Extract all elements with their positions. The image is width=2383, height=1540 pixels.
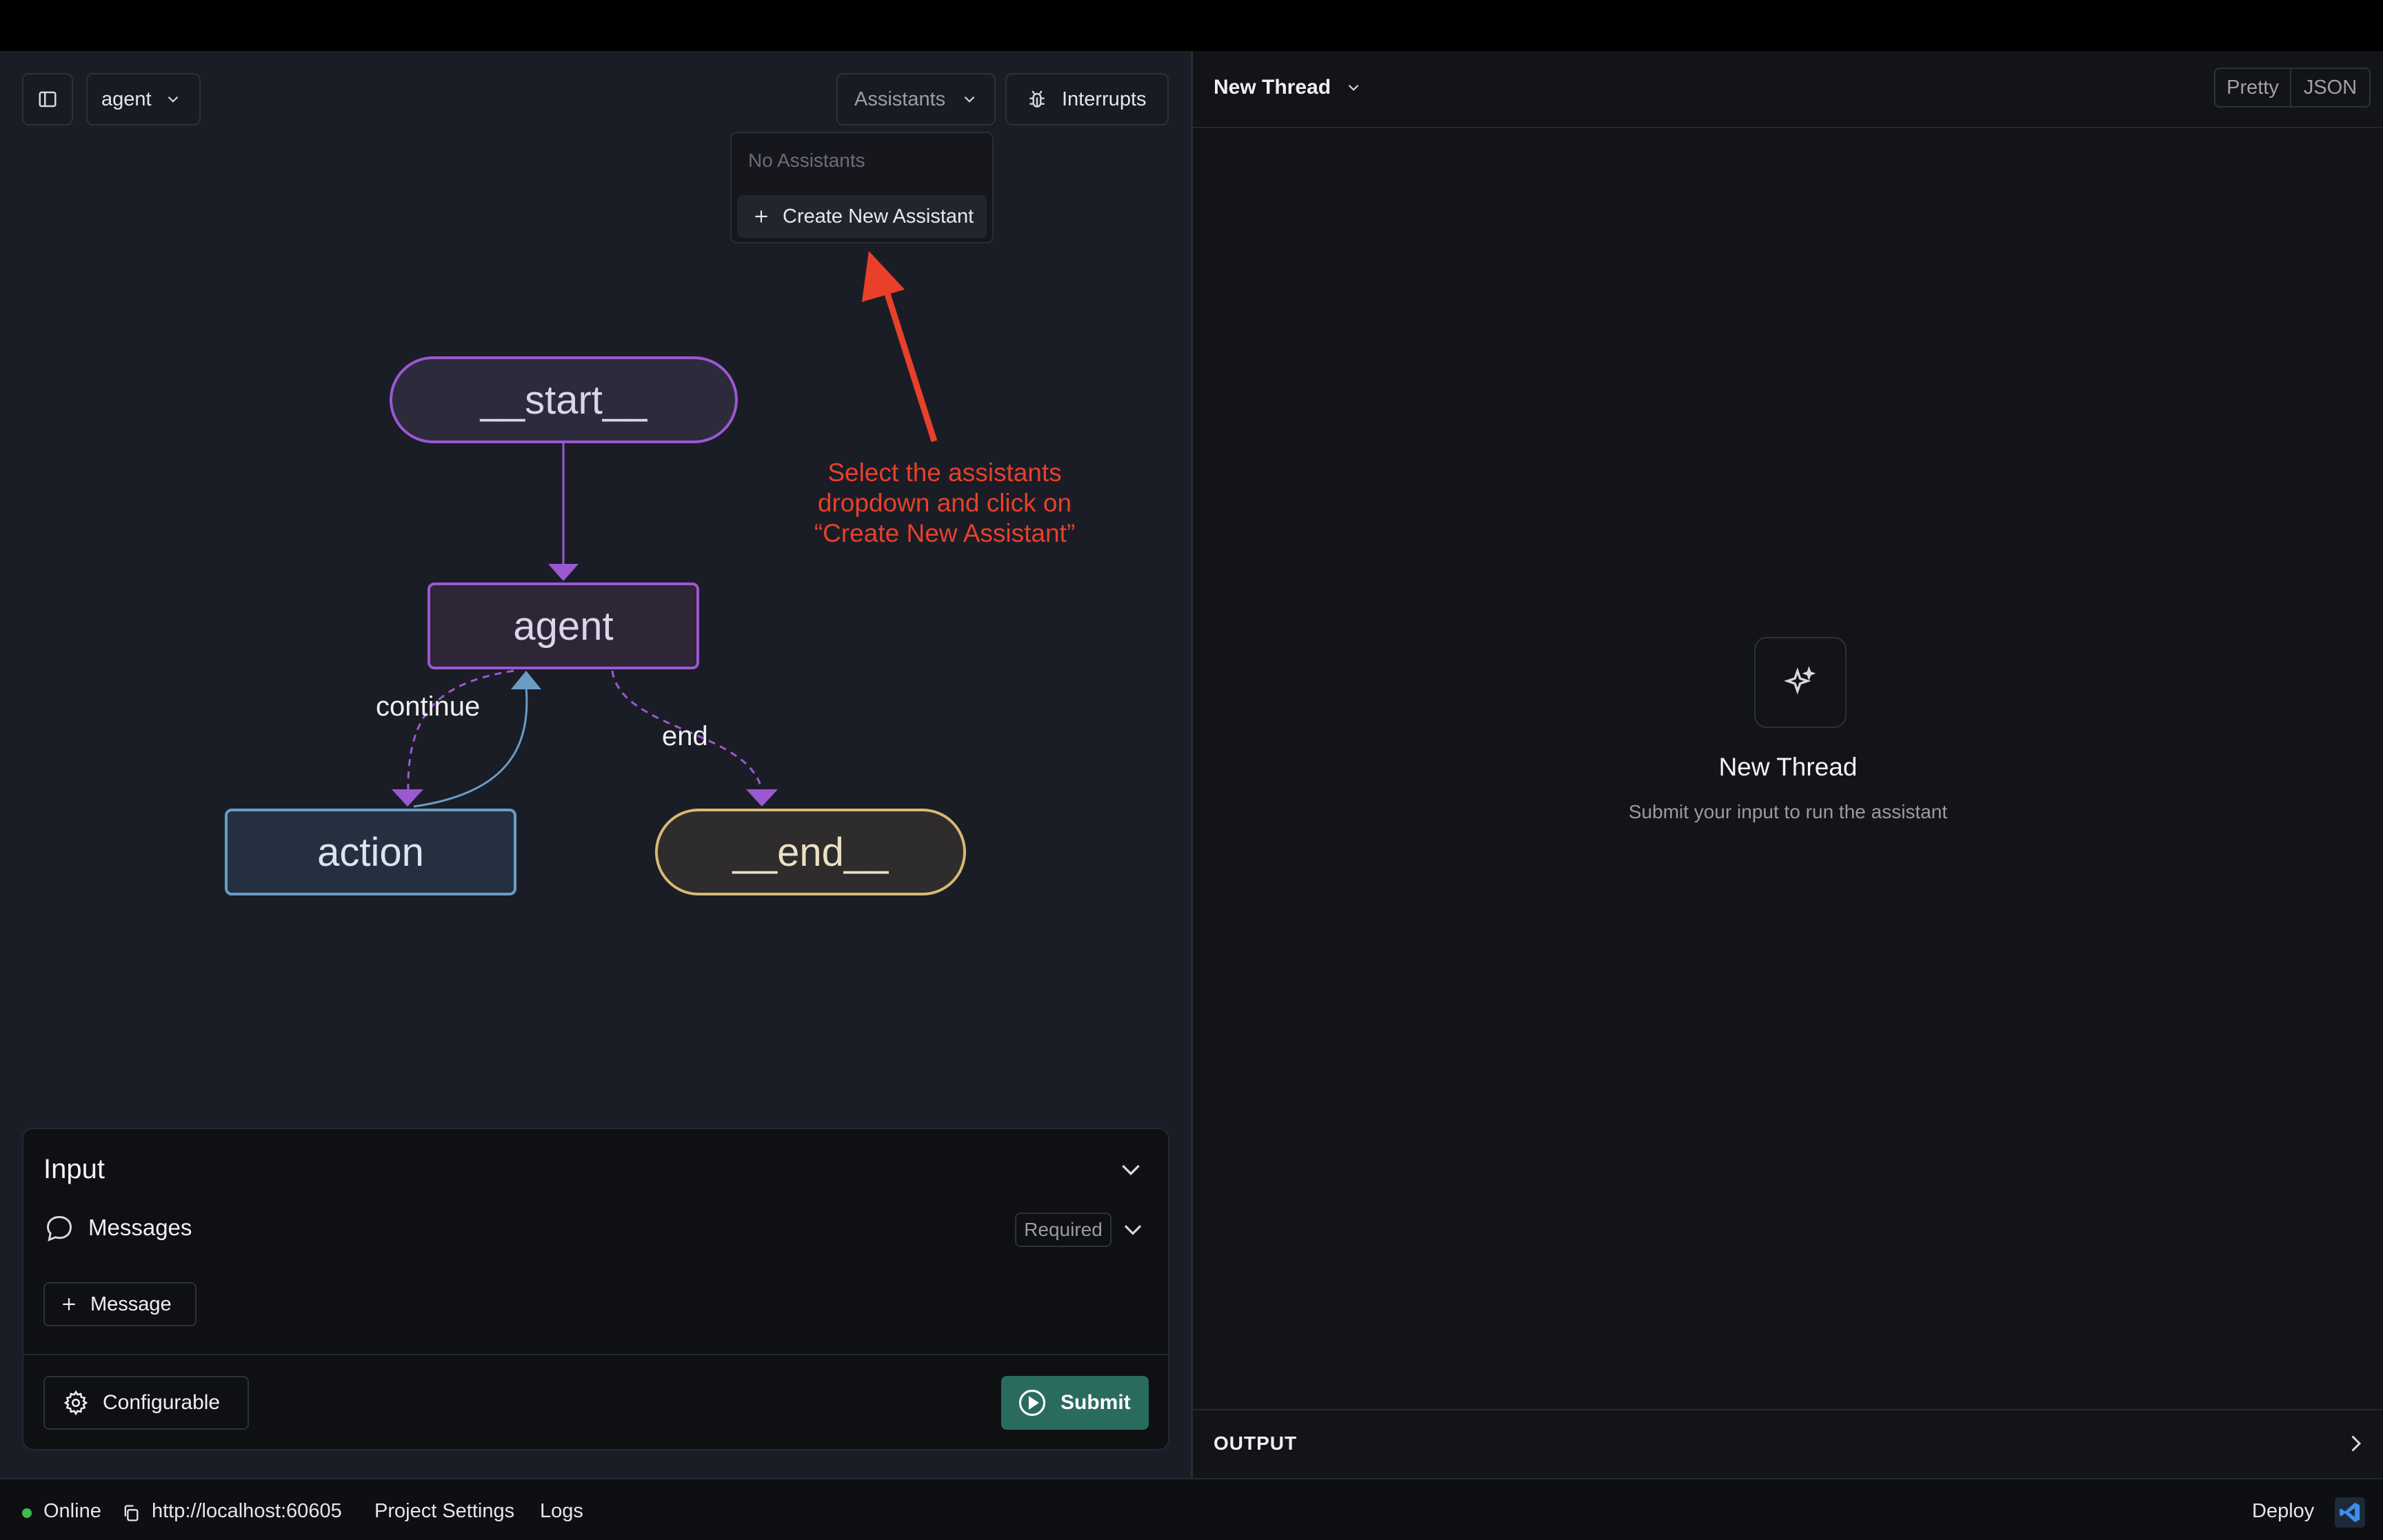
edge-start-agent-arrowhead bbox=[548, 564, 579, 581]
output-section-label[interactable]: OUTPUT bbox=[1214, 1432, 1297, 1455]
deploy-link[interactable]: Deploy bbox=[2252, 1500, 2314, 1523]
edge-agent-end-arrowhead bbox=[746, 789, 778, 807]
configurable-label: Configurable bbox=[103, 1391, 221, 1414]
thread-header-divider bbox=[1193, 127, 2383, 128]
thread-select[interactable]: New Thread bbox=[1214, 76, 1363, 99]
empty-state-subtitle: Submit your input to run the assistant bbox=[1628, 801, 1948, 822]
submit-button[interactable]: Submit bbox=[1001, 1376, 1149, 1430]
plus-icon bbox=[63, 1298, 75, 1310]
vscode-icon[interactable] bbox=[2335, 1497, 2365, 1528]
messages-label: Messages bbox=[88, 1215, 192, 1240]
online-status-dot bbox=[22, 1508, 32, 1518]
thread-select-label: New Thread bbox=[1214, 76, 1331, 99]
add-message-label: Message bbox=[90, 1293, 172, 1315]
panel-divider bbox=[23, 1354, 1168, 1355]
annotation-line: “Create New Assistant” bbox=[814, 519, 1076, 547]
server-url-link[interactable]: http://localhost:60605 bbox=[152, 1500, 342, 1523]
annotation-arrow bbox=[883, 288, 938, 443]
graph-node-start[interactable]: __start__ bbox=[390, 356, 738, 443]
edge-action-agent-arrowhead bbox=[511, 671, 541, 689]
annotation-line: Select the assistants bbox=[827, 458, 1062, 487]
graph-node-agent[interactable]: agent bbox=[428, 582, 699, 669]
annotation-arrowhead bbox=[862, 251, 905, 302]
view-json-button[interactable]: JSON bbox=[2291, 69, 2369, 106]
graph-node-action[interactable]: action bbox=[225, 809, 516, 895]
annotation-text: Select the assistants dropdown and click… bbox=[765, 458, 1124, 549]
online-status-text: Online bbox=[43, 1500, 101, 1522]
annotation-line: dropdown and click on bbox=[817, 489, 1072, 517]
gear-icon bbox=[63, 1390, 88, 1416]
project-settings-link[interactable]: Project Settings bbox=[374, 1500, 514, 1523]
submit-label: Submit bbox=[1060, 1391, 1131, 1414]
edge-label-continue: continue bbox=[376, 691, 481, 722]
chevron-down-icon[interactable] bbox=[1120, 1216, 1146, 1242]
chevron-right-icon[interactable] bbox=[2343, 1431, 2368, 1456]
logs-link[interactable]: Logs bbox=[540, 1500, 583, 1523]
vscode-logo bbox=[2340, 1502, 2360, 1523]
empty-state-title: New Thread bbox=[1718, 753, 1858, 781]
graph-node-end[interactable]: __end__ bbox=[655, 809, 966, 895]
empty-state-icon-box bbox=[1754, 637, 1847, 728]
thread-pane: New Thread Pretty JSON New Thread Submit… bbox=[1193, 51, 2383, 1478]
status-bar: Online http://localhost:60605 Project Se… bbox=[0, 1478, 2383, 1540]
input-title: Input bbox=[43, 1154, 105, 1184]
view-mode-toggle: Pretty JSON bbox=[2214, 68, 2371, 108]
copy-icon[interactable] bbox=[121, 1503, 141, 1523]
play-circle-icon bbox=[1018, 1389, 1046, 1417]
chevron-down-icon[interactable] bbox=[1117, 1155, 1145, 1183]
sparkle-icon bbox=[1784, 666, 1816, 695]
edge-label-end: end bbox=[662, 721, 708, 751]
add-message-button[interactable]: Message bbox=[43, 1282, 197, 1326]
input-panel: Input Messages Required Message Configur… bbox=[22, 1128, 1169, 1450]
output-divider bbox=[1193, 1409, 2383, 1410]
message-bubble-icon bbox=[47, 1216, 72, 1242]
required-badge: Required bbox=[1015, 1213, 1112, 1247]
chevron-down-icon bbox=[1348, 84, 1359, 91]
edge-agent-action-arrowhead bbox=[392, 789, 423, 807]
configurable-button[interactable]: Configurable bbox=[43, 1376, 249, 1430]
view-pretty-button[interactable]: Pretty bbox=[2215, 69, 2291, 106]
